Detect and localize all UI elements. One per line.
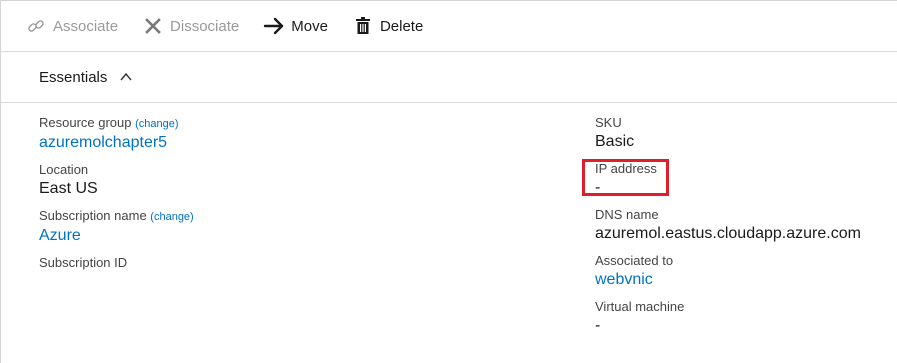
location-field: Location East US <box>39 162 194 200</box>
ip-address-highlight-box <box>582 159 669 196</box>
associated-to-value[interactable]: webvnic <box>595 269 861 291</box>
resource-group-label: Resource group <box>39 115 132 130</box>
resource-group-change-link[interactable]: (change) <box>135 118 178 130</box>
virtual-machine-label: Virtual machine <box>595 299 685 314</box>
arrow-right-icon <box>263 15 285 37</box>
subscription-id-label: Subscription ID <box>39 255 128 270</box>
resource-group-field: Resource group (change) azuremolchapter5 <box>39 115 194 154</box>
resource-panel: Associate Dissociate Move Delete Essenti… <box>0 0 897 363</box>
subscription-name-label: Subscription name <box>39 208 147 223</box>
x-icon <box>142 15 164 37</box>
dissociate-label: Dissociate <box>170 17 240 35</box>
associate-label: Associate <box>53 17 119 35</box>
virtual-machine-field: Virtual machine - <box>595 299 861 337</box>
command-bar: Associate Dissociate Move Delete <box>1 1 897 51</box>
sku-value: Basic <box>595 133 635 150</box>
dns-name-field: DNS name azuremol.eastus.cloudapp.azure.… <box>595 207 861 245</box>
essentials-label: Essentials <box>39 68 108 86</box>
associated-to-field: Associated to webvnic <box>595 253 861 291</box>
resource-group-value[interactable]: azuremolchapter5 <box>39 132 194 154</box>
virtual-machine-value: - <box>595 317 601 334</box>
dns-name-label: DNS name <box>595 207 659 222</box>
essentials-left-column: Resource group (change) azuremolchapter5… <box>39 115 194 279</box>
location-label: Location <box>39 162 89 177</box>
sku-field: SKU Basic <box>595 115 861 153</box>
delete-button[interactable]: Delete <box>352 15 423 37</box>
subscription-id-field: Subscription ID <box>39 255 194 271</box>
sku-label: SKU <box>595 115 622 130</box>
associate-button[interactable]: Associate <box>25 15 118 37</box>
move-label: Move <box>291 17 328 35</box>
essentials-right-column: SKU Basic IP address - DNS name azuremol… <box>595 115 861 345</box>
subscription-name-change-link[interactable]: (change) <box>150 211 193 223</box>
link-icon <box>25 15 47 37</box>
delete-label: Delete <box>379 17 424 35</box>
dns-name-value: azuremol.eastus.cloudapp.azure.com <box>595 225 861 242</box>
associated-to-label: Associated to <box>595 253 674 268</box>
location-value: East US <box>39 180 98 197</box>
trash-icon <box>352 15 374 37</box>
essentials-grid: Resource group (change) azuremolchapter5… <box>1 103 897 363</box>
dissociate-button[interactable]: Dissociate <box>142 15 239 37</box>
chevron-up-icon <box>119 70 133 84</box>
subscription-name-field: Subscription name (change) Azure <box>39 208 194 247</box>
move-button[interactable]: Move <box>263 15 328 37</box>
subscription-name-value[interactable]: Azure <box>39 225 194 247</box>
essentials-toggle[interactable]: Essentials <box>1 52 897 102</box>
